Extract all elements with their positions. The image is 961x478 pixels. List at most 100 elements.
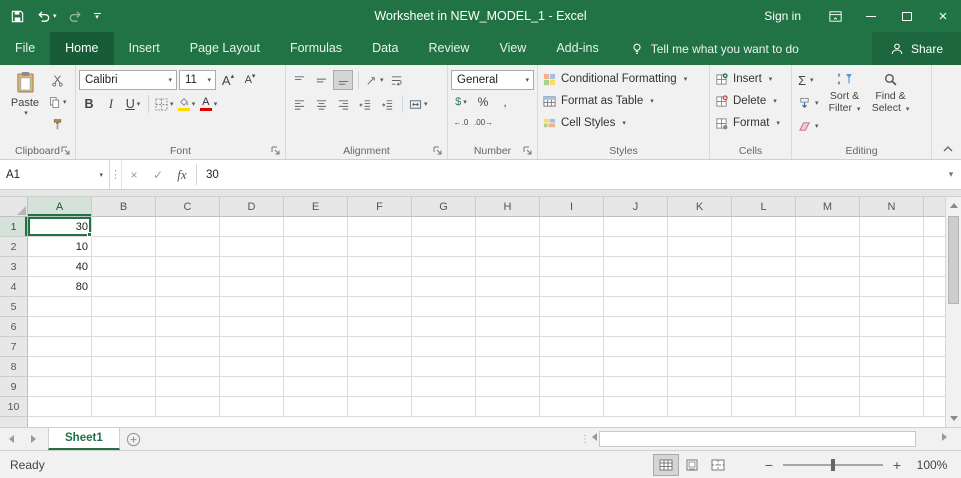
next-sheet-button[interactable]	[22, 428, 44, 450]
name-box[interactable]: A1 ▾	[0, 160, 110, 189]
expand-formula-bar-button[interactable]: ▾	[941, 160, 961, 189]
cell-D9[interactable]	[220, 377, 284, 397]
scroll-down-button[interactable]	[946, 410, 961, 427]
comma-style-button[interactable]: ,	[495, 92, 515, 112]
column-header-E[interactable]: E	[284, 197, 348, 217]
cell-C3[interactable]	[156, 257, 220, 277]
cell-I5[interactable]	[540, 297, 604, 317]
row-header-4[interactable]: 4	[0, 277, 28, 297]
cell-E7[interactable]	[284, 337, 348, 357]
cell-H6[interactable]	[476, 317, 540, 337]
cell-N2[interactable]	[860, 237, 924, 257]
cell-E2[interactable]	[284, 237, 348, 257]
cell-K10[interactable]	[668, 397, 732, 417]
cell-J6[interactable]	[604, 317, 668, 337]
find-select-button[interactable]: Find & Select ▾	[868, 68, 914, 142]
cell-E8[interactable]	[284, 357, 348, 377]
cell-J3[interactable]	[604, 257, 668, 277]
cell-A1[interactable]: 30	[28, 217, 92, 237]
scroll-up-button[interactable]	[946, 197, 961, 214]
cell-E5[interactable]	[284, 297, 348, 317]
column-header-I[interactable]: I	[540, 197, 604, 217]
cell-D2[interactable]	[220, 237, 284, 257]
font-size-combo[interactable]: 11 ▾	[179, 70, 216, 90]
tab-file[interactable]: File	[0, 32, 50, 65]
row-header-7[interactable]: 7	[0, 337, 28, 357]
maximize-button[interactable]	[889, 0, 925, 32]
cell-F6[interactable]	[348, 317, 412, 337]
merge-center-button[interactable]: ▾	[408, 94, 429, 114]
zoom-out-button[interactable]: −	[757, 457, 781, 473]
cell-H10[interactable]	[476, 397, 540, 417]
number-format-combo[interactable]: General ▾	[451, 69, 534, 90]
cell-M9[interactable]	[796, 377, 860, 397]
increase-font-size-button[interactable]: A ▴	[218, 70, 238, 90]
cell-I10[interactable]	[540, 397, 604, 417]
cell-C1[interactable]	[156, 217, 220, 237]
cell-C2[interactable]	[156, 237, 220, 257]
cell-J10[interactable]	[604, 397, 668, 417]
cell-L1[interactable]	[732, 217, 796, 237]
font-name-combo[interactable]: Calibri ▾	[79, 70, 177, 90]
cell-N6[interactable]	[860, 317, 924, 337]
cell-G9[interactable]	[412, 377, 476, 397]
cell-A9[interactable]	[28, 377, 92, 397]
cell-J5[interactable]	[604, 297, 668, 317]
cell-H5[interactable]	[476, 297, 540, 317]
top-align-button[interactable]	[289, 70, 309, 90]
tab-insert[interactable]: Insert	[114, 32, 175, 65]
cell-I2[interactable]	[540, 237, 604, 257]
cell-L6[interactable]	[732, 317, 796, 337]
cell-F3[interactable]	[348, 257, 412, 277]
page-layout-view-button[interactable]	[679, 454, 705, 476]
cell-C6[interactable]	[156, 317, 220, 337]
cell-L2[interactable]	[732, 237, 796, 257]
formula-input[interactable]: 30	[199, 160, 941, 189]
cell-J4[interactable]	[604, 277, 668, 297]
fill-button[interactable]: ▾	[795, 92, 822, 114]
cell-B8[interactable]	[92, 357, 156, 377]
cancel-button[interactable]: ×	[122, 160, 146, 189]
cell-styles-button[interactable]: Cell Styles ▾	[541, 112, 706, 134]
increase-decimal-button[interactable]: ←.0	[451, 113, 471, 133]
cell-K6[interactable]	[668, 317, 732, 337]
conditional-formatting-button[interactable]: Conditional Formatting ▾	[541, 68, 706, 90]
cell-K1[interactable]	[668, 217, 732, 237]
cell-A6[interactable]	[28, 317, 92, 337]
font-color-button[interactable]: A ▾	[199, 94, 219, 114]
cell-L9[interactable]	[732, 377, 796, 397]
cell-C10[interactable]	[156, 397, 220, 417]
cell-D5[interactable]	[220, 297, 284, 317]
row-header-1[interactable]: 1	[0, 217, 28, 237]
italic-button[interactable]: I	[101, 94, 121, 114]
undo-button[interactable]: ▾	[36, 9, 57, 24]
scroll-right-button[interactable]	[942, 428, 947, 445]
enter-button[interactable]: ✓	[146, 160, 170, 189]
cell-H1[interactable]	[476, 217, 540, 237]
row-header-8[interactable]: 8	[0, 357, 28, 377]
prev-sheet-button[interactable]	[0, 428, 22, 450]
vertical-scroll-thumb[interactable]	[948, 216, 959, 305]
column-header-J[interactable]: J	[604, 197, 668, 217]
cell-A8[interactable]	[28, 357, 92, 377]
cell-M8[interactable]	[796, 357, 860, 377]
cell-E6[interactable]	[284, 317, 348, 337]
zoom-slider-handle[interactable]	[831, 458, 835, 471]
bold-button[interactable]: B	[79, 94, 99, 114]
select-all-button[interactable]	[0, 197, 28, 217]
cell-M4[interactable]	[796, 277, 860, 297]
cell-B7[interactable]	[92, 337, 156, 357]
cell-G10[interactable]	[412, 397, 476, 417]
cell-G7[interactable]	[412, 337, 476, 357]
cell-I8[interactable]	[540, 357, 604, 377]
tab-view[interactable]: View	[484, 32, 541, 65]
decrease-indent-button[interactable]	[355, 94, 375, 114]
cell-F10[interactable]	[348, 397, 412, 417]
cell-A3[interactable]: 40	[28, 257, 92, 277]
cell-E4[interactable]	[284, 277, 348, 297]
align-center-button[interactable]	[311, 94, 331, 114]
cell-G8[interactable]	[412, 357, 476, 377]
cell-H4[interactable]	[476, 277, 540, 297]
cell-L4[interactable]	[732, 277, 796, 297]
cell-B9[interactable]	[92, 377, 156, 397]
